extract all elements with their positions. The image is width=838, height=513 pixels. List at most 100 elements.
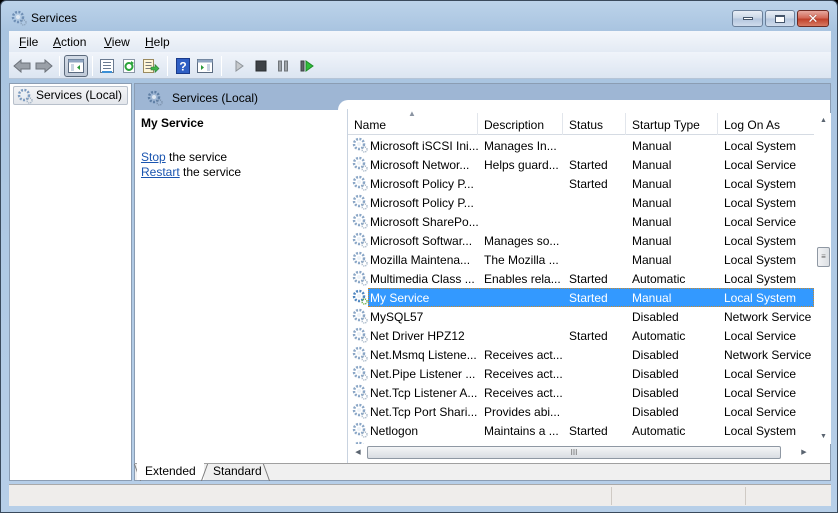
cell-name: Microsoft Policy P...: [370, 196, 474, 210]
show-hide-action-pane-button[interactable]: [195, 56, 215, 76]
stop-service-button[interactable]: [251, 56, 271, 76]
cell-logon: Local System: [724, 139, 797, 153]
service-gear-icon: [352, 308, 368, 327]
column-header-description[interactable]: Description: [478, 113, 563, 135]
table-row[interactable]: Net.Pipe Listener ... Receives act... Disa…: [348, 364, 814, 383]
minimize-button[interactable]: [732, 10, 763, 27]
export-list-icon: [143, 59, 160, 74]
close-button[interactable]: ✕: [797, 10, 829, 27]
stop-service-link[interactable]: Stop: [141, 150, 166, 164]
console-tree-icon: [68, 59, 84, 73]
stop-icon: [255, 60, 267, 72]
table-row[interactable]: Microsoft iSCSI Ini... Manages In... Manua…: [348, 136, 814, 155]
services-gear-icon: [17, 88, 33, 109]
service-gear-icon: [352, 327, 368, 346]
back-arrow-icon: [13, 59, 31, 73]
vertical-scrollbar[interactable]: ▲ ≡ ▼: [816, 113, 831, 444]
service-gear-icon: [352, 403, 368, 422]
cell-status: Started: [569, 424, 608, 438]
column-header-status[interactable]: Status: [563, 113, 626, 135]
column-header-startup-type[interactable]: Startup Type: [626, 113, 718, 135]
horizontal-scroll-thumb[interactable]: III: [367, 446, 781, 459]
back-button[interactable]: [12, 56, 32, 76]
maximize-icon: [775, 14, 785, 23]
service-gear-icon: [352, 346, 368, 365]
service-gear-icon: [352, 175, 368, 194]
restart-icon: [300, 60, 314, 72]
cell-startup: Disabled: [632, 348, 679, 362]
menu-file[interactable]: File: [19, 35, 38, 49]
table-row[interactable]: Net Driver HPZ12 Started Automatic Local Se…: [348, 326, 814, 345]
refresh-button[interactable]: [119, 56, 139, 76]
table-row[interactable]: Multimedia Class ... Enables rela... Start…: [348, 269, 814, 288]
menu-help[interactable]: Help: [145, 35, 170, 49]
table-row[interactable]: Net.Msmq Listene... Receives act... Disabl…: [348, 345, 814, 364]
start-service-button[interactable]: [229, 56, 249, 76]
cell-name: Net.Tcp Port Shari...: [370, 405, 478, 419]
toolbar-separator: [92, 56, 93, 76]
table-row[interactable]: Microsoft Softwar... Manages so... Manual L…: [348, 231, 814, 250]
cell-name: Microsoft Policy P...: [370, 177, 474, 191]
menu-accelerator: A: [53, 35, 62, 49]
menu-view[interactable]: View: [104, 35, 130, 49]
cell-logon: Network Service: [724, 310, 812, 324]
cell-startup: Manual: [632, 291, 672, 305]
show-hide-console-tree-button[interactable]: [64, 55, 88, 77]
cell-logon: Local Service: [724, 215, 797, 229]
table-row-selected[interactable]: My Service Started Manual Local System: [348, 288, 814, 307]
cell-status: Started: [569, 329, 608, 343]
tree-item-label: Services (Local): [36, 88, 123, 102]
tab-extended[interactable]: Extended: [137, 463, 204, 480]
column-header-name[interactable]: ▲ Name: [348, 110, 478, 135]
cell-logon: Local System: [724, 196, 797, 210]
service-gear-icon: [352, 156, 368, 175]
cell-logon: Local System: [724, 424, 797, 438]
tab-standard[interactable]: Standard: [205, 463, 270, 480]
help-button[interactable]: ?: [173, 56, 193, 76]
table-row[interactable]: Microsoft Policy P... Manual Local System: [348, 193, 814, 212]
table-row[interactable]: Netlogon Maintains a ... Started Automatic L…: [348, 421, 814, 440]
table-row[interactable]: Net.Tcp Port Shari... Provides abi... Disa…: [348, 402, 814, 421]
console-tree: Services (Local): [9, 83, 132, 481]
table-row[interactable]: Microsoft Policy P... Started Manual Local …: [348, 174, 814, 193]
cell-description: Manages In...: [484, 139, 557, 153]
horizontal-scrollbar[interactable]: ◀ III ▶: [348, 444, 814, 461]
cell-startup: Manual: [632, 234, 672, 248]
cell-startup: Manual: [632, 215, 672, 229]
maximize-button[interactable]: [765, 10, 795, 27]
table-row[interactable]: Microsoft Networ... Helps guard... Started…: [348, 155, 814, 174]
help-icon: ?: [176, 58, 190, 74]
restart-service-link[interactable]: Restart: [141, 165, 180, 179]
service-gear-icon: [352, 289, 368, 308]
service-gear-icon: [352, 251, 368, 270]
toolbar-separator: [59, 56, 60, 76]
title-bar[interactable]: Services ✕: [1, 1, 837, 31]
minimize-icon: [742, 17, 753, 20]
stop-action-suffix: the service: [165, 150, 228, 164]
vertical-scroll-thumb[interactable]: ≡: [817, 247, 830, 267]
services-gear-icon: [147, 90, 163, 109]
cell-description: Helps guard...: [484, 158, 559, 172]
restart-service-button[interactable]: [297, 56, 317, 76]
table-row[interactable]: Microsoft SharePo... Manual Local Service: [348, 212, 814, 231]
toolbar: ?: [9, 52, 831, 79]
properties-button[interactable]: [97, 56, 117, 76]
table-row[interactable]: MySQL57 Disabled Network Service: [348, 307, 814, 326]
scroll-down-arrow-icon[interactable]: ▼: [816, 429, 831, 444]
details-pane: Services (Local) My Service Stop the ser…: [133, 83, 831, 481]
menu-action[interactable]: Action: [53, 35, 86, 49]
column-header-log-on-as[interactable]: Log On As: [718, 113, 814, 135]
cell-startup: Disabled: [632, 310, 679, 324]
export-list-button[interactable]: [141, 56, 161, 76]
forward-button[interactable]: [34, 56, 54, 76]
scroll-right-arrow-icon[interactable]: ▶: [796, 444, 812, 461]
restart-action-suffix: the service: [179, 165, 242, 179]
tree-item-services-local[interactable]: Services (Local): [13, 86, 128, 105]
cell-name: Microsoft Softwar...: [370, 234, 473, 248]
table-row[interactable]: Mozilla Maintena... The Mozilla ... Manual…: [348, 250, 814, 269]
pause-service-button[interactable]: [273, 56, 293, 76]
scroll-up-arrow-icon[interactable]: ▲: [816, 113, 831, 128]
scroll-left-arrow-icon[interactable]: ◀: [350, 444, 366, 461]
table-row[interactable]: Net.Tcp Listener A... Receives act... Disa…: [348, 383, 814, 402]
cell-description: Receives act...: [484, 348, 563, 362]
